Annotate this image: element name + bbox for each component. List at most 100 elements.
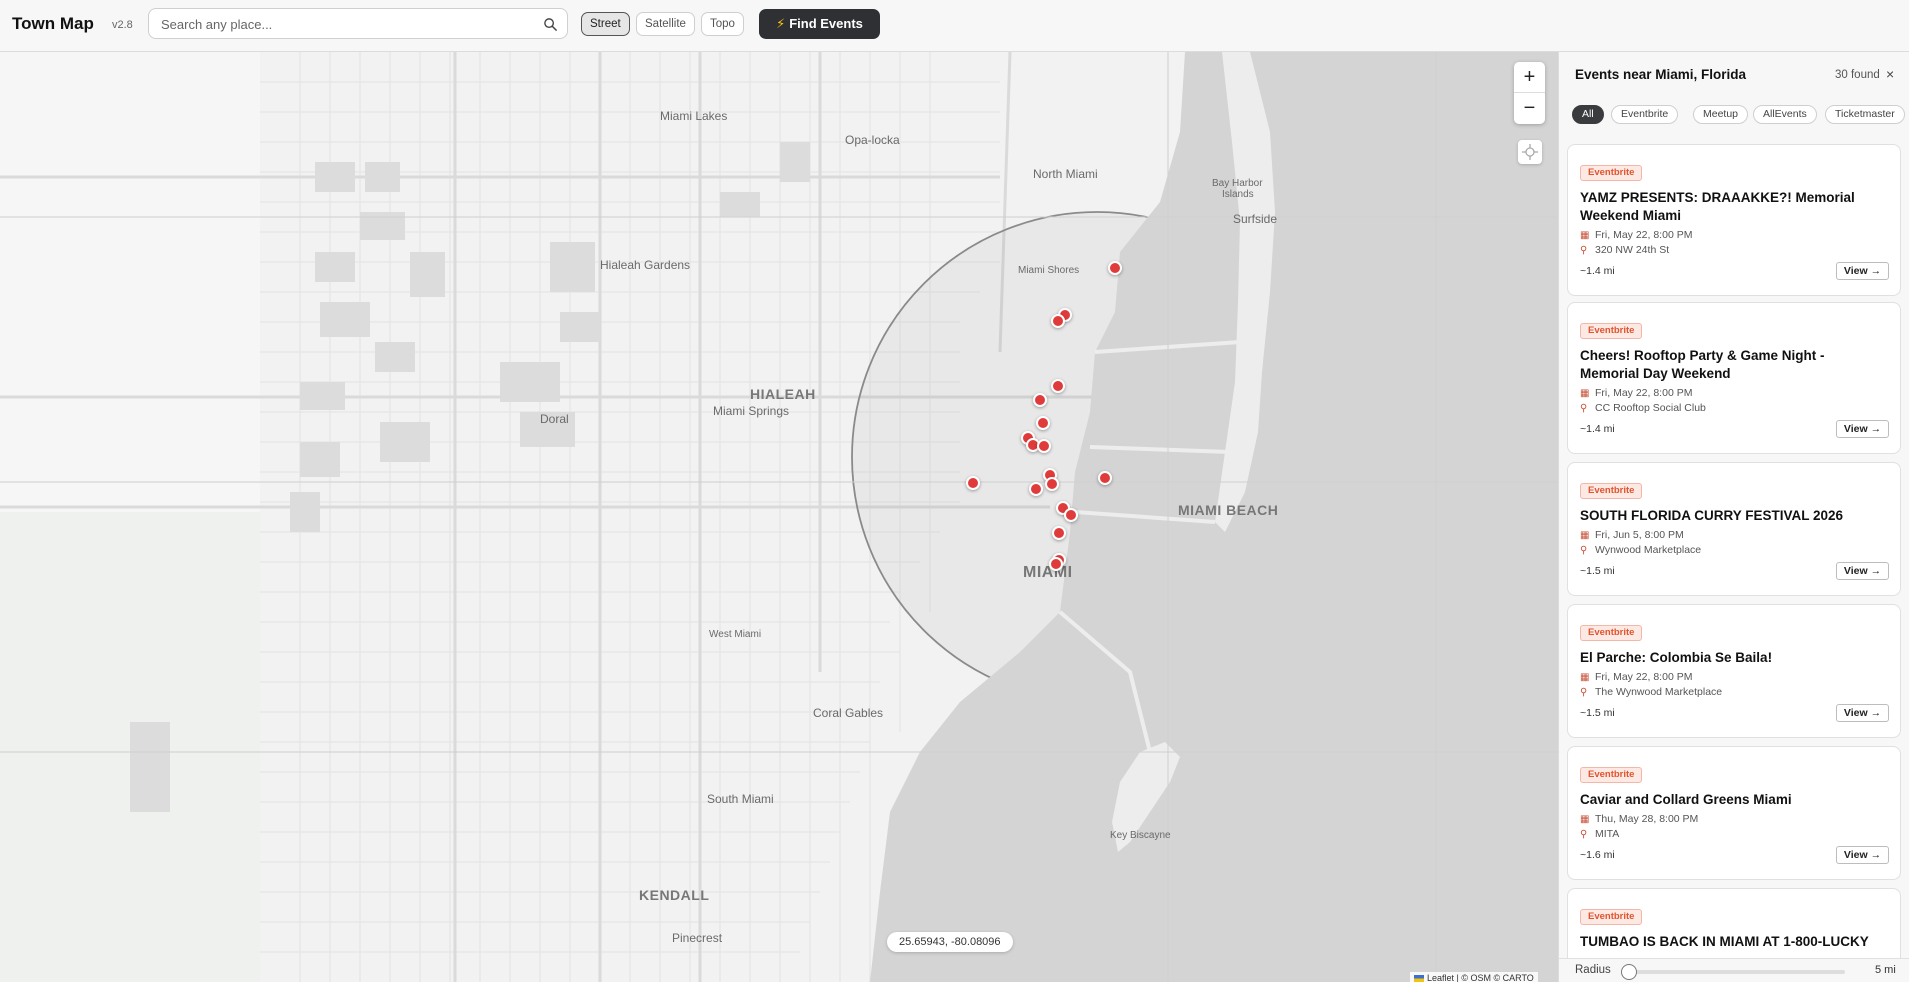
events-sidebar: Events near Miami, Florida 30 found × Al… [1558,52,1909,982]
coordinate-readout: 25.65943, -80.08096 [887,932,1013,952]
event-venue-text: The Wynwood Marketplace [1595,686,1723,698]
place-label-north-miami: North Miami [1033,167,1098,181]
radius-slider-handle[interactable] [1621,964,1637,980]
place-label-miami-springs: Miami Springs [713,404,790,418]
filter-chip-all[interactable]: All [1572,105,1604,124]
event-marker[interactable] [1037,439,1051,453]
app-version: v2.8 [112,19,133,31]
search-box[interactable] [148,8,568,39]
event-venue-text: 320 NW 24th St [1595,244,1670,256]
event-marker[interactable] [1033,393,1047,407]
event-venue-text: Wynwood Marketplace [1595,544,1702,556]
top-bar: Town Map v2.8 Street Satellite Topo ⚡Fin… [0,0,1909,52]
radius-slider-track[interactable] [1627,970,1845,974]
place-label-south-miami: South Miami [707,792,774,806]
event-marker[interactable] [1064,508,1078,522]
event-marker[interactable] [1108,261,1122,275]
event-card[interactable]: Eventbrite Cheers! Rooftop Party & Game … [1567,302,1901,454]
attribution-text[interactable]: Leaflet | © OSM © CARTO [1427,973,1534,982]
event-marker[interactable] [1098,471,1112,485]
radius-value: 5 mi [1875,964,1896,976]
map-style-street-button[interactable]: Street [581,12,630,36]
calendar-icon: ▦ [1580,672,1590,683]
app-title: Town Map [12,14,94,33]
event-title[interactable]: SOUTH FLORIDA CURRY FESTIVAL 2026 [1580,507,1880,525]
place-label-opa-locka: Opa-locka [845,133,900,147]
place-label-bay-harbor-islands: Islands [1222,189,1254,200]
map-style-topo-button[interactable]: Topo [701,12,744,36]
source-badge: Eventbrite [1580,909,1643,925]
close-icon[interactable]: × [1886,66,1894,82]
place-label-surfside: Surfside [1233,212,1278,226]
event-card[interactable]: Eventbrite YAMZ PRESENTS: DRAAAKKE?! Mem… [1567,144,1901,296]
event-date: ▦ Fri, May 22, 8:00 PM [1580,229,1692,241]
event-venue: ⚲ The Wynwood Marketplace [1580,686,1722,698]
event-venue: ⚲ Wynwood Marketplace [1580,544,1701,556]
zoom-in-button[interactable]: + [1514,62,1545,93]
event-title[interactable]: El Parche: Colombia Se Baila! [1580,649,1880,667]
map-style-satellite-button[interactable]: Satellite [636,12,695,36]
event-title[interactable]: YAMZ PRESENTS: DRAAAKKE?! Memorial Weeke… [1580,189,1880,225]
place-label-bay-harbor: Bay Harbor [1212,178,1263,189]
place-label-west-miami: West Miami [709,629,762,640]
event-title[interactable]: Caviar and Collard Greens Miami [1580,791,1880,809]
event-marker[interactable] [1045,477,1059,491]
pin-icon: ⚲ [1580,687,1588,698]
place-label-kendall: KENDALL [639,887,710,903]
view-event-button[interactable]: View → [1836,562,1889,580]
place-label-pinecrest: Pinecrest [672,931,723,945]
view-event-button[interactable]: View → [1836,704,1889,722]
source-badge: Eventbrite [1580,483,1643,499]
event-card[interactable]: Eventbrite Caviar and Collard Greens Mia… [1567,746,1901,880]
event-marker[interactable] [1029,482,1043,496]
search-input[interactable] [161,15,531,33]
ukraine-flag-icon [1414,975,1424,982]
event-marker[interactable] [1051,314,1065,328]
event-date: ▦ Fri, May 22, 8:00 PM [1580,671,1692,683]
view-event-button[interactable]: View → [1836,846,1889,864]
place-label-hialeah: HIALEAH [750,386,816,402]
search-icon[interactable] [543,17,558,32]
filter-chip-eventbrite[interactable]: Eventbrite [1611,105,1679,124]
radius-control: Radius 5 mi [1559,958,1909,982]
place-label-miami-lakes: Miami Lakes [660,109,728,123]
place-label-coral-gables: Coral Gables [813,706,884,720]
view-event-button[interactable]: View → [1836,420,1889,438]
pin-icon: ⚲ [1580,403,1588,414]
map-tiles[interactable] [0,52,1558,982]
event-marker[interactable] [966,476,980,490]
event-title[interactable]: Cheers! Rooftop Party & Game Night - Mem… [1580,347,1880,383]
map-view[interactable]: Miami Lakes Opa-locka North Miami Bay Ha… [0,52,1558,982]
zoom-out-button[interactable]: − [1514,93,1545,124]
event-marker[interactable] [1049,557,1063,571]
event-distance: ~1.5 mi [1580,565,1615,577]
event-distance: ~1.4 mi [1580,265,1615,277]
pin-icon: ⚲ [1580,545,1588,556]
event-venue: ⚲ CC Rooftop Social Club [1580,402,1706,414]
find-events-label: Find Events [789,16,863,31]
locate-button[interactable] [1518,140,1542,164]
filter-chip-meetup[interactable]: Meetup [1693,105,1749,124]
view-event-button[interactable]: View → [1836,262,1889,280]
event-marker[interactable] [1036,416,1050,430]
map-attribution[interactable]: Leaflet | © OSM © CARTO [1410,972,1538,982]
event-title[interactable]: TUMBAO IS BACK IN MIAMI AT 1-800-LUCKY [1580,933,1880,951]
event-card[interactable]: Eventbrite SOUTH FLORIDA CURRY FESTIVAL … [1567,462,1901,596]
source-badge: Eventbrite [1580,323,1643,339]
filter-chip-ticketmaster[interactable]: Ticketmaster [1825,105,1905,124]
source-badge: Eventbrite [1580,165,1643,181]
event-card[interactable]: Eventbrite El Parche: Colombia Se Baila!… [1567,604,1901,738]
place-label-key-biscayne: Key Biscayne [1110,830,1171,841]
event-venue-text: MITA [1595,828,1620,840]
results-count: 30 found [1835,69,1880,81]
event-date-text: Fri, Jun 5, 8:00 PM [1595,529,1684,541]
event-distance: ~1.4 mi [1580,423,1615,435]
filter-chip-allevents[interactable]: AllEvents [1753,105,1817,124]
event-date: ▦ Fri, May 22, 8:00 PM [1580,387,1692,399]
event-marker[interactable] [1052,526,1066,540]
event-marker[interactable] [1051,379,1065,393]
find-events-button[interactable]: ⚡ Find Events [759,9,880,39]
place-label-hialeah-gardens: Hialeah Gardens [600,258,691,272]
calendar-icon: ▦ [1580,388,1590,399]
calendar-icon: ▦ [1580,814,1590,825]
